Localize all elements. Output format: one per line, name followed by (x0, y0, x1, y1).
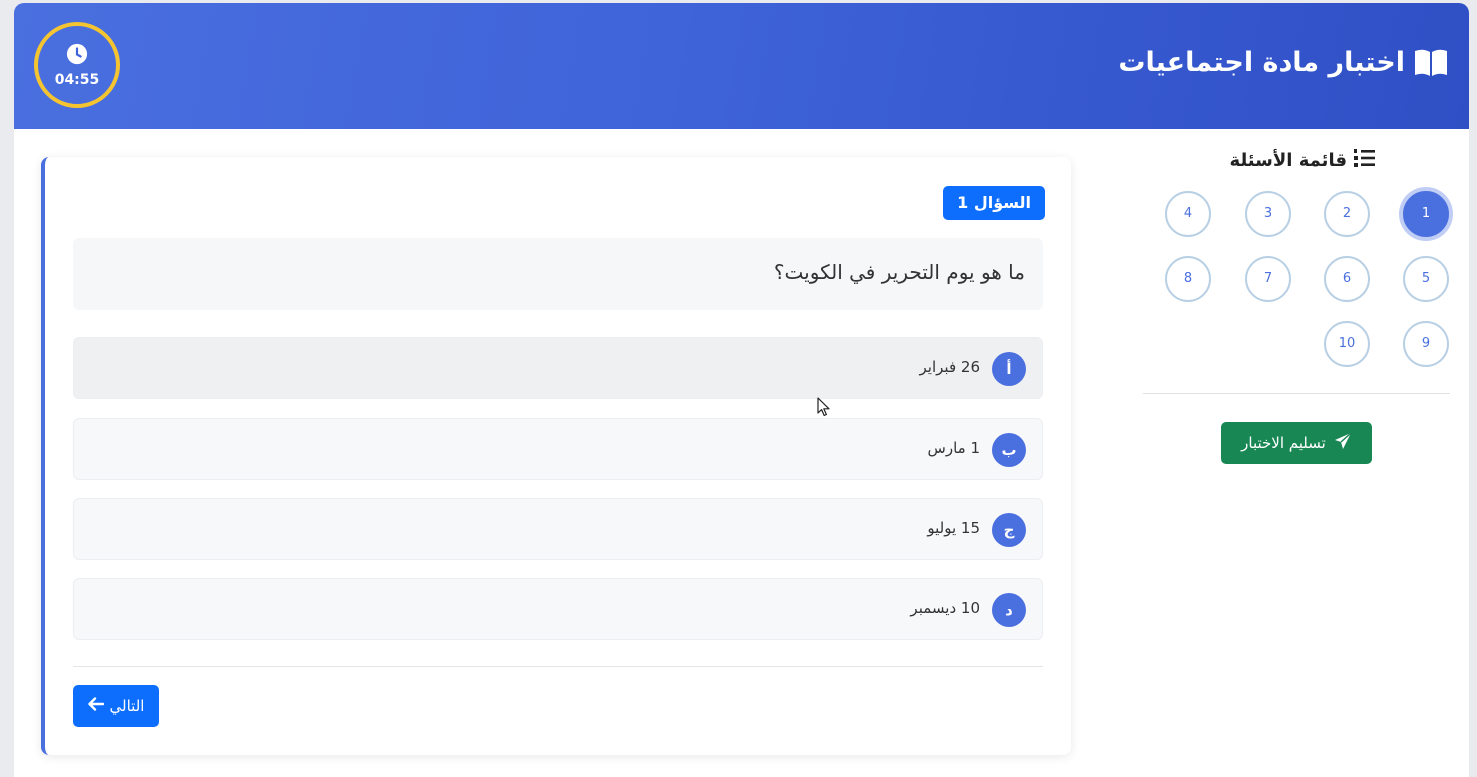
next-button-label: التالي (109, 697, 145, 715)
sidebar-divider (1143, 393, 1450, 394)
question-nav-7[interactable]: 7 (1245, 256, 1291, 302)
question-nav-4[interactable]: 4 (1165, 191, 1211, 237)
option-label: 26 فبراير (919, 358, 980, 376)
question-list-title: قائمة الأسئلة (1230, 148, 1375, 173)
question-nav-6[interactable]: 6 (1324, 256, 1370, 302)
option-label: 1 مارس (927, 439, 980, 457)
countdown-timer: 04:55 (34, 22, 120, 108)
option-b[interactable]: ب 1 مارس (73, 418, 1043, 480)
mouse-cursor (817, 397, 831, 421)
question-nav-5[interactable]: 5 (1403, 256, 1449, 302)
timer-text: 04:55 (54, 71, 100, 88)
option-label: 10 ديسمبر (910, 599, 980, 617)
quiz-app: 04:55 اختبار مادة اجتماعيات السؤال 1 ما … (14, 3, 1469, 777)
option-letter: د (992, 593, 1026, 627)
paper-plane-icon (1334, 432, 1352, 454)
option-letter: ج (992, 513, 1026, 547)
submit-exam-button[interactable]: تسليم الاختبار (1221, 422, 1372, 464)
question-card: السؤال 1 ما هو يوم التحرير في الكويت؟ أ … (41, 157, 1071, 755)
question-nav-10[interactable]: 10 (1324, 321, 1370, 367)
header-bar: 04:55 اختبار مادة اجتماعيات (14, 3, 1469, 129)
question-text-box: ما هو يوم التحرير في الكويت؟ (73, 238, 1043, 310)
page-title-text: اختبار مادة اجتماعيات (1118, 47, 1405, 78)
card-divider (73, 666, 1043, 667)
option-label: 15 يوليو (927, 519, 980, 537)
question-nav-8[interactable]: 8 (1165, 256, 1211, 302)
option-a[interactable]: أ 26 فبراير (73, 337, 1043, 399)
option-letter: ب (992, 433, 1026, 467)
option-letter: أ (992, 352, 1026, 386)
question-nav-3[interactable]: 3 (1245, 191, 1291, 237)
next-button[interactable]: التالي (73, 685, 159, 727)
arrow-left-icon (87, 697, 104, 715)
question-number-badge: السؤال 1 (943, 186, 1045, 220)
option-d[interactable]: د 10 ديسمبر (73, 578, 1043, 640)
question-nav-9[interactable]: 9 (1403, 321, 1449, 367)
question-nav-1[interactable]: 1 (1403, 191, 1449, 237)
question-text: ما هو يوم التحرير في الكويت؟ (773, 260, 1025, 284)
question-list-title-text: قائمة الأسئلة (1229, 150, 1347, 171)
submit-exam-label: تسليم الاختبار (1241, 434, 1326, 452)
page-title: اختبار مادة اجتماعيات (1118, 47, 1449, 78)
list-ol-icon (1353, 148, 1375, 173)
option-c[interactable]: ج 15 يوليو (73, 498, 1043, 560)
book-open-icon (1413, 48, 1449, 78)
question-nav-2[interactable]: 2 (1324, 191, 1370, 237)
clock-icon (66, 43, 88, 69)
